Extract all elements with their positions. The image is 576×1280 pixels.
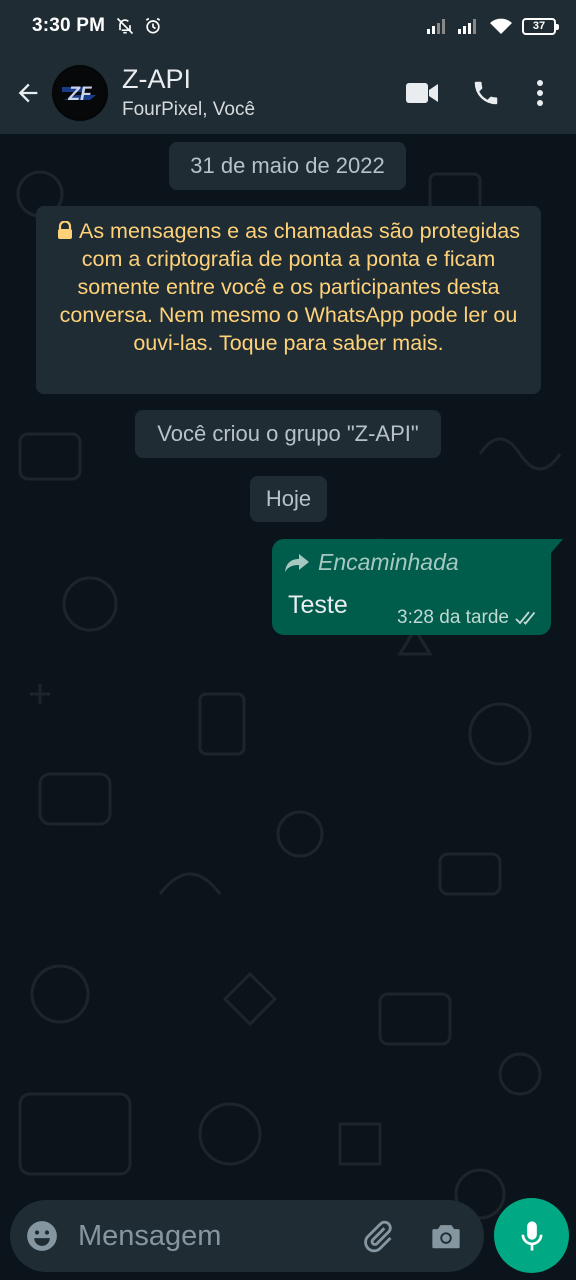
battery-level: 37 <box>532 20 546 32</box>
today-label: Hoje <box>265 486 312 511</box>
lock-icon <box>57 221 72 239</box>
message-text: Teste <box>288 591 348 619</box>
message-input[interactable] <box>74 1208 344 1264</box>
forwarded-indicator: Encaminhada <box>284 549 459 576</box>
chat-header: ZF Z-API FourPixel, Você <box>0 52 576 134</box>
signal-icon <box>427 19 445 34</box>
back-arrow-icon <box>18 83 38 103</box>
today-separator: Hoje <box>250 476 327 522</box>
notifications-off-icon <box>117 17 134 35</box>
video-call-button[interactable] <box>390 65 454 121</box>
group-logo: ZF <box>54 67 106 119</box>
phone-icon <box>474 81 498 105</box>
bubble-tail <box>551 539 563 553</box>
outgoing-message[interactable]: Encaminhada Teste 3:28 da tarde <box>272 539 563 635</box>
camera-icon <box>432 1225 460 1249</box>
attach-icon <box>364 1220 392 1253</box>
group-created-text: Você criou o grupo "Z-API" <box>157 421 419 446</box>
status-bar: 3:30 PM 37 <box>0 0 576 52</box>
voice-call-button[interactable] <box>454 65 518 121</box>
avatar[interactable]: ZF <box>52 65 108 121</box>
signal-icon <box>458 19 476 34</box>
double-check-icon <box>515 611 536 625</box>
status-time: 3:30 PM <box>32 15 106 36</box>
encryption-notice-text: As mensagens e as chamadas são protegida… <box>59 219 520 355</box>
alarm-icon <box>146 17 161 34</box>
chat-title-block[interactable]: Z-API FourPixel, Você <box>122 63 255 123</box>
attach-button[interactable] <box>344 1200 412 1272</box>
message-composer <box>10 1200 484 1272</box>
mic-icon <box>521 1220 542 1251</box>
chat-participants: FourPixel, Você <box>122 99 256 120</box>
battery-icon: 37 <box>522 17 559 35</box>
message-time: 3:28 da tarde <box>397 607 509 628</box>
more-vert-icon <box>537 80 543 106</box>
encryption-notice[interactable]: As mensagens e as chamadas são protegida… <box>36 206 541 394</box>
system-message: Você criou o grupo "Z-API" <box>135 410 441 458</box>
date-separator: 31 de maio de 2022 <box>169 142 406 190</box>
back-button[interactable] <box>4 65 52 121</box>
chat-screen: 3:30 PM 37 ZF Z-API FourPixel, Você 31 d… <box>0 0 576 1280</box>
forward-icon <box>285 553 309 572</box>
more-options-button[interactable] <box>518 65 562 121</box>
camera-button[interactable] <box>412 1200 480 1272</box>
message-list[interactable]: 31 de maio de 2022 As mensagens e as cha… <box>0 134 576 1196</box>
emoji-button[interactable] <box>10 1200 74 1272</box>
message-meta: 3:28 da tarde <box>397 607 539 629</box>
voice-message-button[interactable] <box>494 1198 569 1273</box>
date-label: 31 de maio de 2022 <box>190 153 385 178</box>
chat-title: Z-API <box>122 64 192 94</box>
video-call-icon <box>406 83 438 103</box>
wifi-icon <box>490 18 512 34</box>
forwarded-label: Encaminhada <box>318 549 459 575</box>
avatar-text: ZF <box>67 84 93 105</box>
emoji-icon <box>27 1221 57 1251</box>
